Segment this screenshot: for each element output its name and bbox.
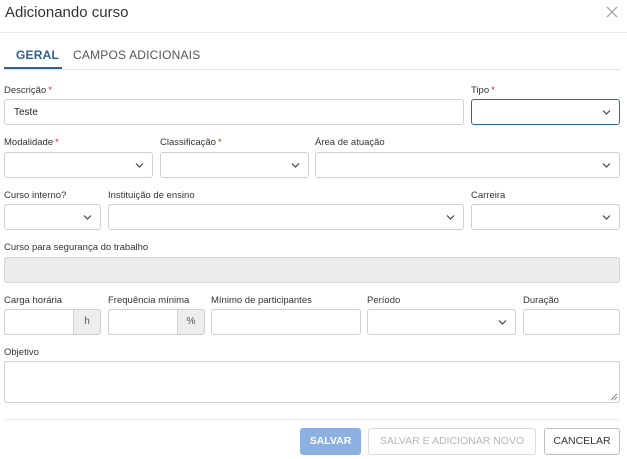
periodo-label: Período: [367, 295, 401, 306]
tipo-select[interactable]: [471, 99, 620, 125]
header-divider: [0, 32, 627, 33]
chevron-down-icon: [83, 215, 92, 220]
classificacao-select[interactable]: [160, 152, 309, 178]
close-icon[interactable]: [605, 5, 619, 19]
tab-campos-adicionais[interactable]: CAMPOS ADICIONAIS: [73, 48, 200, 62]
required-marker: *: [217, 137, 222, 148]
required-marker: *: [48, 85, 52, 96]
tabs-divider: [4, 69, 620, 70]
carreira-label: Carreira: [471, 190, 506, 201]
carga-horaria-label: Carga horária: [4, 295, 63, 306]
seguranca-field: [4, 257, 620, 283]
minimo-participantes-label: Mínimo de participantes: [211, 295, 312, 306]
descricao-value: Teste: [14, 107, 38, 118]
required-marker: *: [491, 85, 495, 96]
instituicao-label: Instituição de ensino: [108, 190, 195, 201]
modalidade-select[interactable]: [4, 152, 153, 178]
tab-geral[interactable]: GERAL: [16, 48, 59, 62]
duracao-input[interactable]: [523, 309, 620, 335]
descricao-label: Descrição *: [4, 85, 52, 96]
modalidade-label: Modalidade *: [4, 137, 59, 148]
objetivo-textarea[interactable]: [4, 361, 620, 403]
curso-interno-label: Curso interno?: [4, 190, 67, 201]
chevron-down-icon: [135, 163, 144, 168]
curso-interno-select[interactable]: [4, 204, 101, 230]
carga-horaria-input[interactable]: h: [4, 309, 101, 335]
classificacao-label: Classificação *: [160, 137, 222, 148]
percent-unit-addon: %: [177, 310, 204, 334]
area-atuacao-label: Área de atuação: [315, 137, 385, 148]
dialog-title: Adicionando curso: [5, 4, 129, 21]
chevron-down-icon: [602, 110, 611, 115]
hours-unit-addon: h: [73, 310, 100, 334]
cancel-button[interactable]: CANCELAR: [544, 428, 620, 455]
frequencia-label: Frequência mínima: [108, 295, 190, 306]
tipo-label: Tipo *: [471, 85, 495, 96]
save-button[interactable]: SALVAR: [300, 428, 361, 455]
descricao-input[interactable]: Teste: [4, 99, 464, 125]
minimo-participantes-input[interactable]: [211, 309, 361, 335]
save-and-add-new-button[interactable]: SALVAR E ADICIONAR NOVO: [368, 428, 536, 455]
chevron-down-icon: [446, 215, 455, 220]
area-atuacao-select[interactable]: [315, 152, 620, 178]
carreira-select[interactable]: [471, 204, 620, 230]
resize-grip-icon[interactable]: [610, 393, 618, 401]
required-marker: *: [55, 137, 59, 148]
seguranca-label: Curso para segurança do trabalho: [4, 242, 149, 253]
footer-divider: [4, 419, 620, 420]
chevron-down-icon: [291, 163, 300, 168]
duracao-label: Duração: [523, 295, 559, 306]
chevron-down-icon: [498, 320, 507, 325]
instituicao-select[interactable]: [108, 204, 464, 230]
objetivo-label: Objetivo: [4, 347, 39, 358]
chevron-down-icon: [602, 163, 611, 168]
chevron-down-icon: [602, 215, 611, 220]
periodo-select[interactable]: [367, 309, 516, 335]
frequencia-input[interactable]: %: [108, 309, 205, 335]
